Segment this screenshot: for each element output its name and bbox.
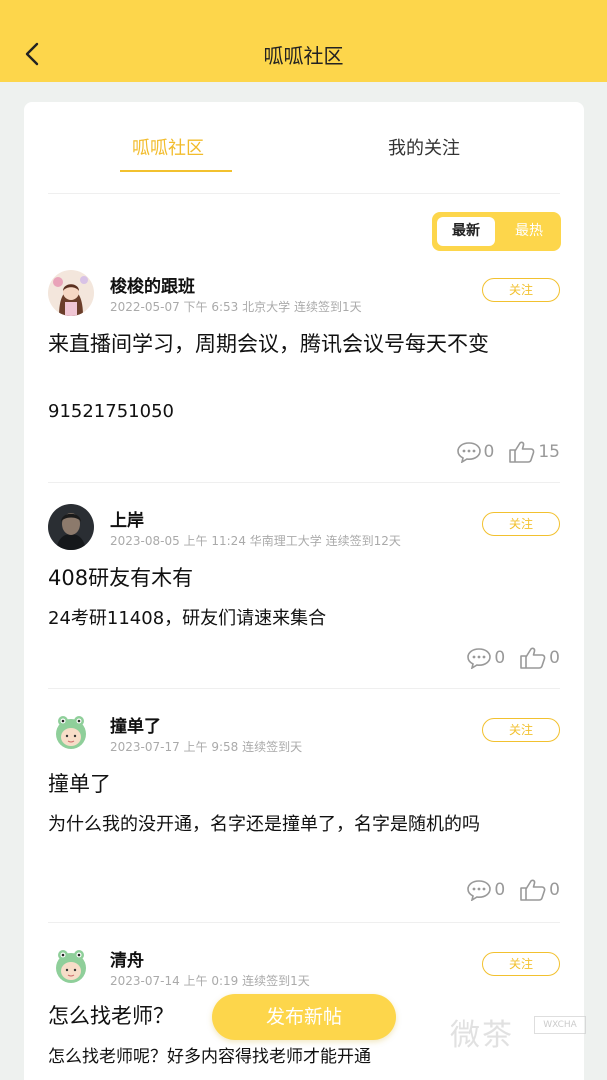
like-count: 0 [549, 880, 560, 900]
post-stats: 0 15 [442, 440, 560, 464]
thumbs-up-icon [509, 441, 535, 463]
like-button[interactable]: 15 [508, 440, 560, 464]
follow-button[interactable]: 关注 [482, 952, 560, 976]
publish-post-button[interactable]: 发布新帖 [212, 994, 396, 1040]
like-button[interactable]: 0 [519, 646, 560, 670]
post-body: 91521751050 [48, 401, 174, 422]
post-item[interactable]: 撞单了 2023-07-17 上午 9:58 连续签到天 关注 撞单了 为什么我… [24, 710, 584, 922]
watermark-text: 微茶 [450, 1018, 514, 1053]
page-title: 呱呱社区 [263, 44, 344, 68]
divider [48, 688, 560, 689]
top-bar: 呱呱社区 [0, 0, 607, 82]
tab-my-follows[interactable]: 我的关注 [388, 134, 460, 160]
comment-button[interactable]: 0 [466, 879, 505, 901]
comment-count: 0 [483, 442, 495, 462]
post-stats: 0 0 [452, 646, 560, 670]
post-username[interactable]: 撞单了 [110, 712, 161, 737]
thumbs-up-icon [520, 879, 546, 901]
divider [48, 922, 560, 923]
avatar[interactable] [48, 270, 94, 316]
avatar[interactable] [48, 710, 94, 756]
avatar[interactable] [48, 504, 94, 550]
follow-button[interactable]: 关注 [482, 278, 560, 302]
thumbs-up-icon [520, 647, 546, 669]
watermark: 微茶 WXCHA [450, 1010, 600, 1060]
post-username[interactable]: 清舟 [110, 946, 144, 971]
post-title: 来直播间学习，周期会议，腾讯会议号每天不变 [48, 332, 489, 356]
content-card: 呱呱社区 我的关注 最新 最热 梭梭的跟班 2022-05-07 下午 6:53… [24, 102, 584, 1080]
sort-hot-button[interactable]: 最热 [502, 217, 556, 246]
post-username[interactable]: 上岸 [110, 506, 144, 531]
sort-newest-button[interactable]: 最新 [437, 217, 495, 246]
post-meta: 2023-08-05 上午 11:24 华南理工大学 连续签到12天 [110, 534, 401, 548]
comment-button[interactable]: 0 [466, 647, 505, 669]
comment-count: 0 [494, 880, 506, 900]
like-button[interactable]: 0 [519, 878, 560, 902]
post-title: 408研友有木有 [48, 566, 194, 590]
comment-bubble-icon [467, 648, 492, 669]
comment-bubble-icon [456, 442, 481, 463]
tab-bar: 呱呱社区 我的关注 [24, 102, 584, 194]
post-body: 24考研11408，研友们请速来集合 [48, 608, 327, 629]
tab-active-indicator [120, 170, 232, 172]
comment-button[interactable]: 0 [456, 441, 495, 463]
post-meta: 2023-07-14 上午 0:19 连续签到1天 [110, 974, 310, 988]
avatar[interactable] [48, 944, 94, 990]
post-item[interactable]: 梭梭的跟班 2022-05-07 下午 6:53 北京大学 连续签到1天 关注 … [24, 270, 584, 482]
sort-toggle: 最新 最热 [432, 212, 561, 251]
post-username[interactable]: 梭梭的跟班 [110, 272, 195, 297]
like-count: 15 [538, 442, 560, 462]
post-body: 为什么我的没开通，名字还是撞单了，名字是随机的吗 [48, 814, 480, 835]
divider [48, 193, 560, 194]
tab-community[interactable]: 呱呱社区 [132, 134, 204, 160]
comment-bubble-icon [467, 880, 492, 901]
comment-count: 0 [494, 648, 506, 668]
post-meta: 2022-05-07 下午 6:53 北京大学 连续签到1天 [110, 300, 362, 314]
post-title: 撞单了 [48, 772, 111, 796]
post-item[interactable]: 上岸 2023-08-05 上午 11:24 华南理工大学 连续签到12天 关注… [24, 504, 584, 688]
watermark-badge: WXCHA [534, 1016, 586, 1034]
post-meta: 2023-07-17 上午 9:58 连续签到天 [110, 740, 303, 754]
post-stats: 0 0 [452, 878, 560, 902]
follow-button[interactable]: 关注 [482, 718, 560, 742]
like-count: 0 [549, 648, 560, 668]
divider [48, 482, 560, 483]
follow-button[interactable]: 关注 [482, 512, 560, 536]
